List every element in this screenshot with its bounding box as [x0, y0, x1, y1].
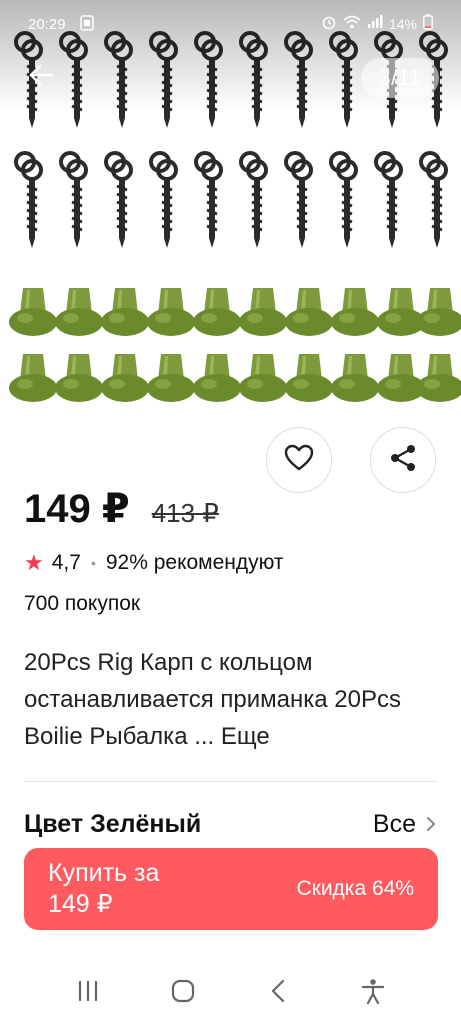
- product-title[interactable]: 20Pcs Rig Карп с кольцом останавливается…: [24, 644, 436, 755]
- system-nav-bar: [0, 962, 461, 1024]
- color-option-row[interactable]: Цвет Зелёный Все: [24, 806, 436, 842]
- more-link[interactable]: Еще: [221, 723, 270, 750]
- star-icon: ★: [24, 550, 44, 575]
- divider: [24, 781, 438, 782]
- all-options-label: Все: [372, 809, 416, 838]
- old-price: 413 ₽: [151, 498, 219, 528]
- home-icon: [170, 978, 196, 1009]
- wifi-icon: [343, 15, 361, 32]
- recommend-text: 92% рекомендуют: [105, 551, 284, 574]
- rating-row[interactable]: ★ 4,7 • 92% рекомендуют: [24, 550, 284, 576]
- separator-dot: •: [90, 555, 96, 571]
- heart-icon: [284, 444, 314, 477]
- back-arrow-icon: [28, 64, 54, 91]
- sim-icon: [80, 15, 94, 34]
- battery-percent: 14%: [388, 15, 417, 32]
- share-icon: [388, 443, 418, 478]
- accessibility-icon: [361, 978, 385, 1009]
- all-options-link[interactable]: Все: [373, 810, 436, 839]
- recents-icon: [76, 980, 100, 1007]
- status-indicators: 14%: [321, 14, 433, 33]
- product-title-text: 20Pcs Rig Карп с кольцом останавливается…: [24, 649, 401, 750]
- nav-back-button[interactable]: [248, 973, 308, 1013]
- status-bar: 20:29 14%: [0, 0, 461, 50]
- nav-back-icon: [270, 979, 286, 1008]
- share-button[interactable]: [370, 427, 436, 493]
- buy-label: Купить за 149 ₽: [48, 858, 159, 920]
- buy-button[interactable]: Купить за 149 ₽ Скидка 64%: [24, 848, 438, 930]
- image-counter: 3/11: [361, 58, 439, 98]
- recents-button[interactable]: [58, 973, 118, 1013]
- rating-value: 4,7: [51, 551, 81, 574]
- signal-icon: [367, 15, 383, 32]
- discount-label: Скидка 64%: [296, 877, 414, 900]
- accessibility-button[interactable]: [343, 973, 403, 1013]
- buy-label-line1: Купить за: [48, 859, 160, 887]
- chevron-right-icon: [426, 810, 436, 839]
- favorite-button[interactable]: [266, 427, 332, 493]
- home-button[interactable]: [153, 973, 213, 1013]
- price-row: 149 ₽ 413 ₽: [24, 486, 219, 532]
- current-price: 149 ₽: [24, 487, 130, 531]
- purchases-count: 700 покупок: [24, 592, 141, 615]
- status-time: 20:29: [28, 16, 66, 33]
- battery-icon: [423, 14, 433, 33]
- back-button[interactable]: [24, 60, 58, 94]
- alarm-icon: [321, 14, 337, 33]
- buy-label-line2: 149 ₽: [48, 890, 113, 918]
- color-label: Цвет Зелёный: [24, 809, 202, 838]
